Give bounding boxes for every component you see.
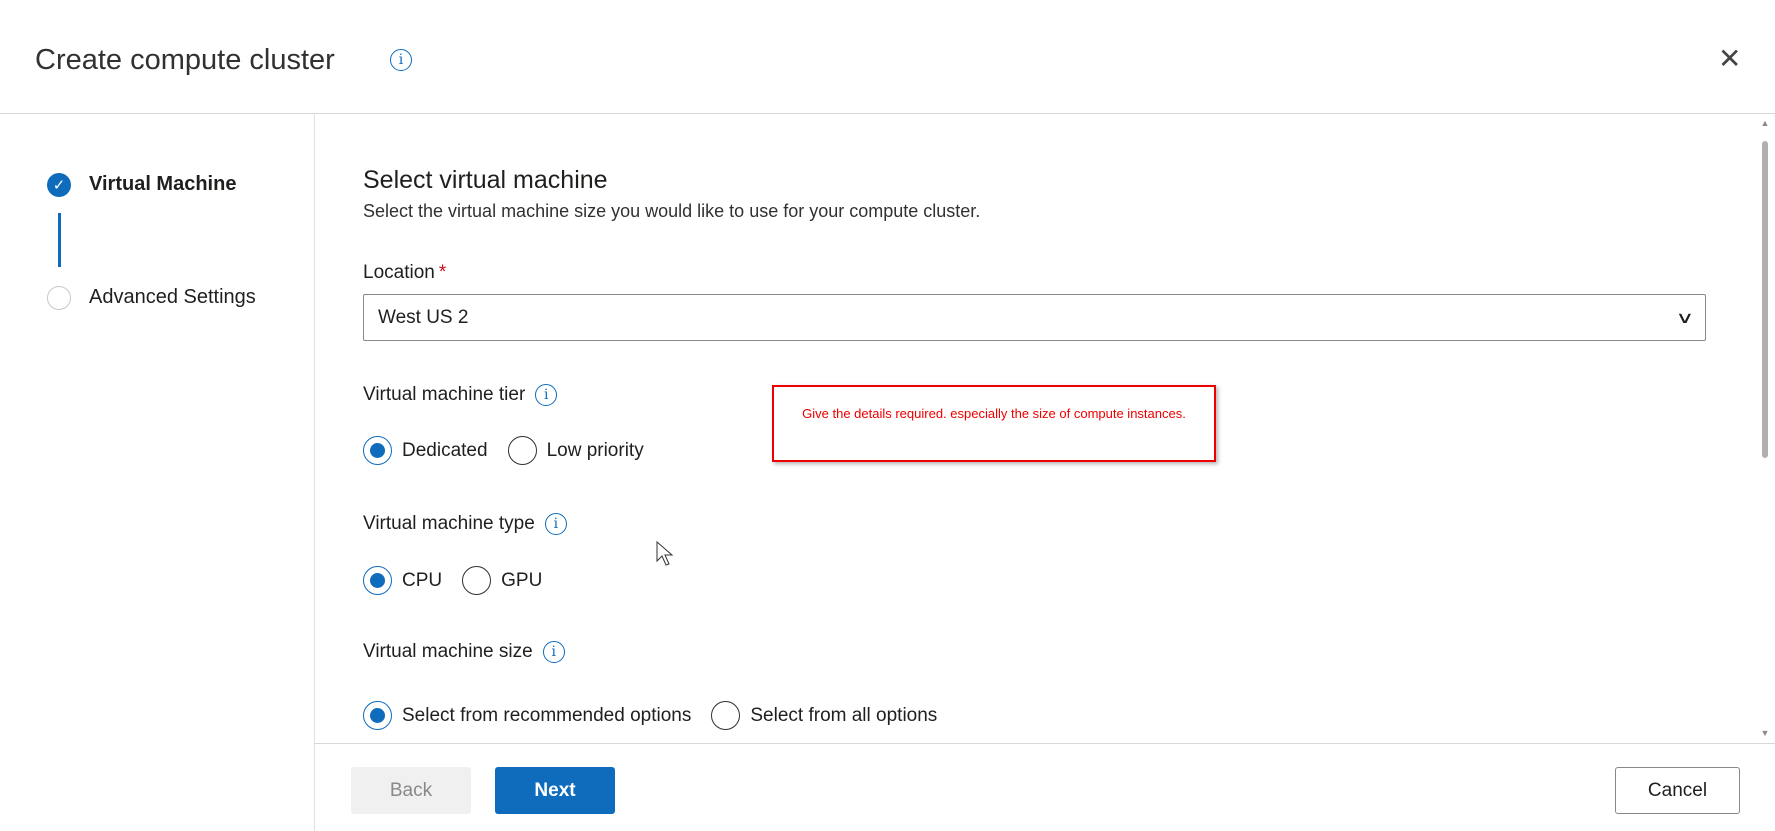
section-title: Select virtual machine [363,166,608,194]
mouse-cursor-icon [656,541,674,566]
radio-unselected-icon [711,701,741,730]
radio-label: Low priority [546,439,644,461]
radio-label: GPU [501,569,543,591]
size-label-text: Virtual machine size [363,641,533,662]
sidebar-divider [314,113,315,831]
radio-label: CPU [402,569,443,591]
type-label-text: Virtual machine type [363,513,535,534]
radio-gpu[interactable]: GPU [462,566,542,595]
radio-selected-icon [363,436,392,465]
size-radio-group: Select from recommended options Select f… [363,701,937,730]
cancel-button[interactable]: Cancel [1615,767,1740,814]
step-completed-check-icon: ✓ [47,173,71,197]
radio-label: Select from all options [750,704,938,726]
location-dropdown[interactable]: West US 2 ∨ [363,294,1706,341]
scroll-down-arrow-icon[interactable]: ▼ [1758,728,1772,738]
info-icon[interactable]: i [390,49,412,71]
dialog-title: Create compute cluster [35,44,335,76]
next-button[interactable]: Next [495,767,615,814]
type-label: Virtual machine type i [363,513,567,535]
info-icon[interactable]: i [544,513,567,535]
radio-low-priority[interactable]: Low priority [507,436,644,465]
radio-recommended-options[interactable]: Select from recommended options [363,701,691,730]
location-label-text: Location [363,262,435,283]
type-radio-group: CPU GPU [363,566,542,595]
location-value: West US 2 [378,306,469,328]
scrollbar-thumb[interactable] [1762,141,1768,458]
header-divider [0,113,1775,114]
back-button[interactable]: Back [351,767,471,814]
info-icon[interactable]: i [535,384,558,406]
location-label: Location * [363,262,446,284]
annotation-callout: Give the details required. especially th… [772,385,1216,462]
info-icon[interactable]: i [542,641,565,663]
radio-unselected-icon [507,436,537,465]
close-icon[interactable]: ✕ [1718,42,1741,75]
radio-all-options[interactable]: Select from all options [711,701,937,730]
scroll-up-arrow-icon[interactable]: ▲ [1758,118,1772,128]
section-subtitle: Select the virtual machine size you woul… [363,201,981,221]
tier-radio-group: Dedicated Low priority [363,436,644,465]
step-advanced-settings[interactable]: Advanced Settings [89,286,256,309]
radio-dedicated[interactable]: Dedicated [363,436,488,465]
footer-divider [314,743,1775,744]
radio-unselected-icon [462,566,492,595]
radio-label: Select from recommended options [402,704,692,726]
radio-label: Dedicated [402,439,488,461]
tier-label: Virtual machine tier i [363,384,558,406]
tier-label-text: Virtual machine tier [363,384,526,405]
radio-cpu[interactable]: CPU [363,566,442,595]
required-mark: * [438,262,447,283]
radio-selected-icon [363,701,392,730]
radio-selected-icon [363,566,392,595]
step-connector [58,213,61,267]
step-pending-circle-icon [47,286,71,310]
size-label: Virtual machine size i [363,641,565,663]
step-virtual-machine[interactable]: Virtual Machine [89,173,236,196]
chevron-down-icon: ∨ [1675,309,1695,327]
